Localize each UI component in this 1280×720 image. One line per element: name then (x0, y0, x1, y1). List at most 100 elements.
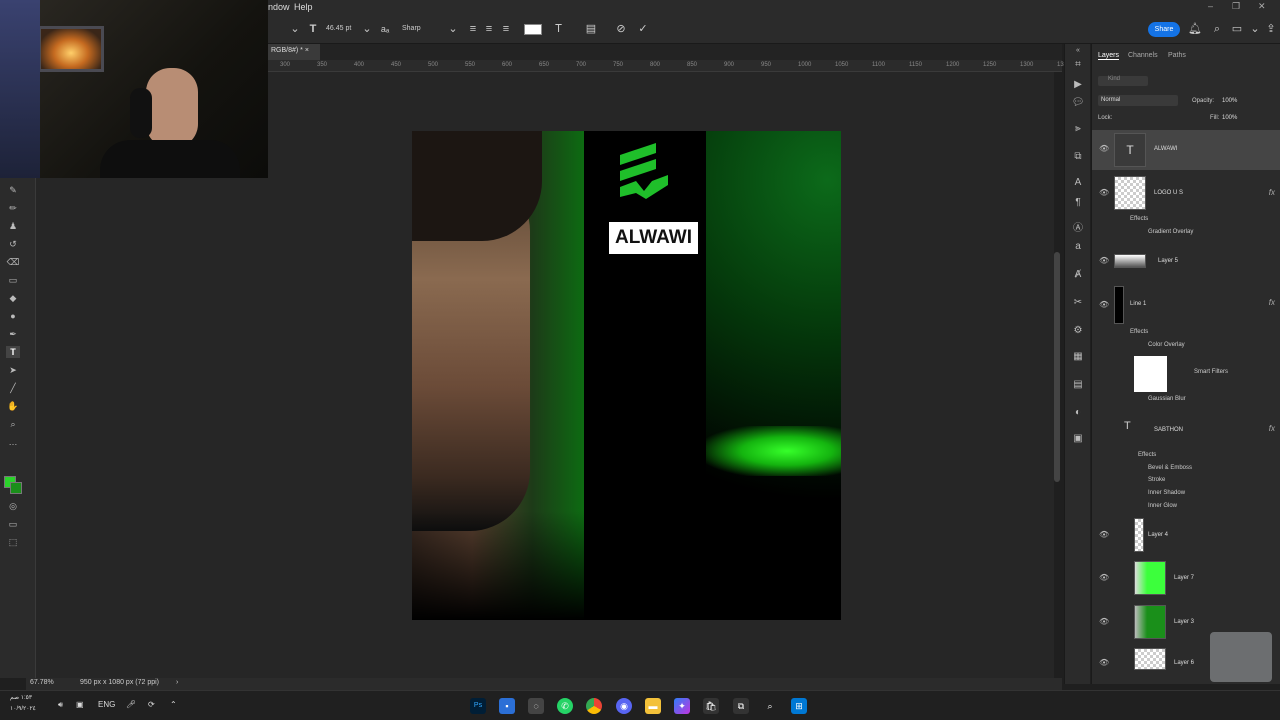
workspace-icon[interactable]: ▭ (1230, 22, 1244, 36)
pen-tool-icon[interactable]: ✒ (6, 328, 20, 340)
eraser-tool-icon[interactable]: ⌫ (6, 256, 20, 268)
paragraph-icon[interactable]: ¶ (1071, 196, 1085, 210)
visibility-eye-icon[interactable]: 👁︎ (1099, 530, 1109, 539)
photoshop-icon[interactable]: Ps (470, 698, 486, 714)
history-brush-icon[interactable]: ↺ (6, 238, 20, 250)
smart-filter-mask[interactable] (1134, 356, 1167, 392)
more-tools-icon[interactable]: … (6, 436, 20, 448)
name-text-layer[interactable]: ALWAWI (609, 222, 698, 254)
brush-tool-icon[interactable]: ✎ (6, 184, 20, 196)
quick-mask-icon[interactable]: ◎ (6, 500, 20, 512)
menu-window[interactable]: ndow (268, 2, 290, 12)
channels-icon[interactable]: ▤ (1071, 378, 1085, 392)
background-color-swatch[interactable] (10, 482, 22, 494)
visibility-eye-icon[interactable]: 👁︎ (1099, 573, 1109, 582)
layer-row-layer7[interactable]: 👁︎ Layer 7 (1092, 558, 1280, 598)
close-icon[interactable]: ✕ (1258, 1, 1266, 12)
warp-text-icon[interactable]: Ꭲ (552, 22, 566, 36)
color-overlay-effect[interactable]: Color Overlay (1148, 342, 1185, 348)
bevel-emboss-effect[interactable]: Bevel & Emboss (1148, 465, 1192, 471)
adjustments-icon[interactable]: ⫸ (1071, 122, 1085, 136)
search-icon[interactable]: ⌕ (762, 698, 778, 714)
gradient-tool-icon[interactable]: ▭ (6, 274, 20, 286)
sync-icon[interactable]: ⟳ (148, 700, 155, 709)
chevron-down-icon[interactable]: ⌄ (1248, 22, 1262, 36)
speaker-icon[interactable]: 🔊︎ (58, 700, 63, 710)
document-tab[interactable]: RGB/8#) * × (268, 44, 320, 60)
bell-icon[interactable]: 🔔︎ (1188, 22, 1202, 36)
chrome-icon[interactable] (586, 698, 602, 714)
dodge-tool-icon[interactable]: ● (6, 310, 20, 322)
swatches-icon[interactable]: ▦ (1071, 350, 1085, 364)
date[interactable]: ١٠/٩/٢٠٢٤ (10, 705, 36, 712)
screen-mode-icon[interactable]: ▭ (6, 518, 20, 530)
antialias-select[interactable]: Sharp (402, 25, 421, 32)
gradient-overlay-effect[interactable]: Gradient Overlay (1148, 229, 1193, 235)
minimize-icon[interactable]: – (1208, 1, 1213, 11)
tab-channels[interactable]: Channels (1128, 52, 1158, 59)
visibility-eye-icon[interactable]: 👁︎ (1099, 256, 1109, 265)
tools-presets-icon[interactable]: ✂ (1071, 296, 1085, 310)
stroke-effect[interactable]: Stroke (1148, 477, 1165, 483)
path-select-icon[interactable]: ➤ (6, 364, 20, 376)
vertical-scrollbar[interactable] (1054, 252, 1060, 482)
close-tab-icon[interactable]: × (305, 47, 309, 54)
character-icon[interactable]: A (1071, 176, 1085, 190)
pencil-tool-icon[interactable]: ✏ (6, 202, 20, 214)
blend-mode-select[interactable]: Normal (1098, 95, 1178, 106)
hand-tool-icon[interactable]: ✋ (6, 400, 20, 412)
collapse-icon[interactable]: « (1071, 44, 1085, 58)
chevron-right-icon[interactable]: › (176, 679, 178, 686)
align-center-icon[interactable]: ≡ (482, 22, 496, 36)
color-icon[interactable]: ◐ (1071, 406, 1085, 420)
layer-row-line1[interactable]: 👁︎ Line 1 fx (1092, 284, 1280, 326)
visibility-eye-icon[interactable]: 👁︎ (1099, 658, 1109, 667)
align-left-icon[interactable]: ≡ (466, 22, 480, 36)
start-windows-icon[interactable]: ⊞ (791, 698, 807, 714)
fx-icon[interactable]: fx (1269, 424, 1275, 433)
visibility-eye-icon[interactable]: 👁︎ (1099, 144, 1109, 153)
layer-row-sabthon[interactable]: T SABTHON fx (1092, 414, 1280, 444)
language-indicator[interactable]: ENG (98, 700, 115, 709)
microphone-icon[interactable]: 🎤︎ (126, 700, 136, 709)
share-doc-icon[interactable]: ⇪ (1264, 22, 1278, 36)
comments-icon[interactable]: 💬︎ (1071, 96, 1085, 110)
history-icon[interactable]: ⌗ (1071, 58, 1085, 72)
copilot-icon[interactable]: ✦ (674, 698, 690, 714)
dropdown-chevron-icon[interactable]: ⌄ (446, 22, 460, 36)
layer-row-layer5[interactable]: 👁︎ Layer 5 (1092, 242, 1280, 280)
layer-row-layer4[interactable]: 👁︎ Layer 4 (1092, 516, 1280, 554)
layer-row-logo[interactable]: 👁︎ LOGO U S fx (1092, 174, 1280, 212)
tab-layers[interactable]: Layers (1098, 52, 1120, 60)
zoom-tool-icon[interactable]: ⌕ (6, 418, 20, 430)
frame-icon[interactable]: ⬚ (6, 536, 20, 548)
task-view-icon[interactable]: ⧉ (733, 698, 749, 714)
character-styles-icon[interactable]: Ⱥ (1071, 268, 1085, 282)
tab-paths[interactable]: Paths (1168, 52, 1186, 59)
maximize-icon[interactable]: ❐ (1232, 1, 1240, 12)
text-styles-icon[interactable]: a (1071, 240, 1085, 254)
network-icon[interactable]: ▣ (76, 700, 84, 709)
text-color-swatch[interactable] (524, 24, 542, 35)
clock[interactable]: ١:٥٣ صم (10, 694, 32, 701)
inner-glow-effect[interactable]: Inner Glow (1148, 503, 1177, 509)
actions-play-icon[interactable]: ▶ (1071, 78, 1085, 92)
store-icon[interactable]: 🛍︎ (703, 698, 719, 714)
app-window-icon[interactable]: ▪ (499, 698, 515, 714)
fx-icon[interactable]: fx (1269, 188, 1275, 197)
gaussian-blur-filter[interactable]: Gaussian Blur (1148, 396, 1186, 402)
file-explorer-icon[interactable]: ▬ (645, 698, 661, 714)
layer-row-alwawi[interactable]: 👁︎ T ALWAWI (1092, 130, 1280, 170)
fill-field[interactable]: 100% (1222, 115, 1237, 121)
brushes-icon[interactable]: ⚙ (1071, 324, 1085, 338)
font-size-field[interactable]: 46.45 pt (326, 25, 351, 32)
properties-icon[interactable]: ⧉ (1071, 150, 1085, 164)
align-right-icon[interactable]: ≡ (499, 22, 513, 36)
blur-tool-icon[interactable]: ◆ (6, 292, 20, 304)
layer-filter-input[interactable]: Kind (1098, 76, 1148, 86)
whatsapp-icon[interactable]: ✆ (557, 698, 573, 714)
character-panel-icon[interactable]: ▤ (584, 22, 598, 36)
commit-check-icon[interactable]: ✓ (636, 22, 650, 36)
zoom-level[interactable]: 67.78% (30, 679, 54, 686)
cancel-icon[interactable]: ⊘ (614, 22, 628, 36)
